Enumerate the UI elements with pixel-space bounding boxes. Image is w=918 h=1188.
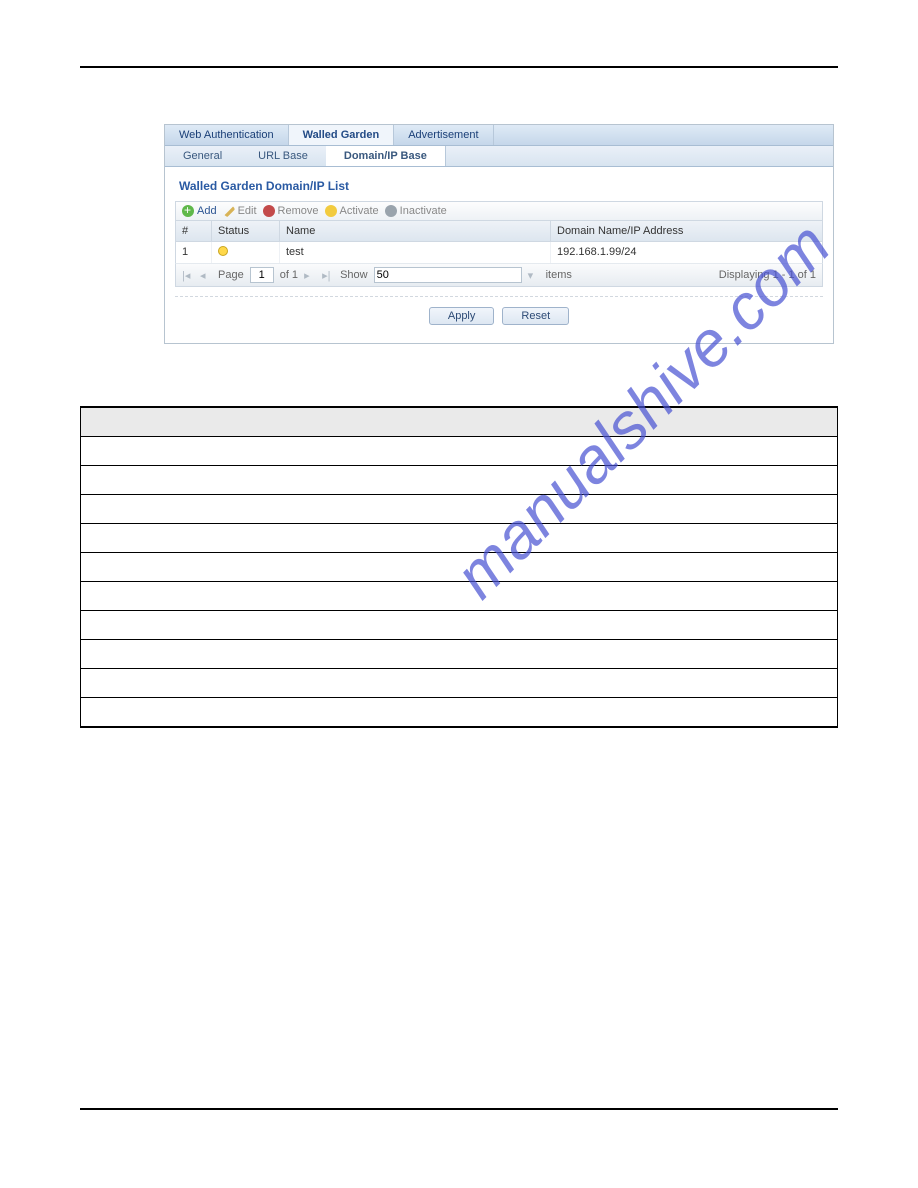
desc-table-row bbox=[81, 611, 837, 640]
last-page-icon[interactable]: ▸| bbox=[322, 269, 334, 281]
desc-desc bbox=[221, 611, 837, 639]
desc-desc bbox=[221, 640, 837, 668]
desc-desc bbox=[221, 466, 837, 494]
desc-desc bbox=[221, 582, 837, 610]
page-of-label: of 1 bbox=[280, 269, 298, 281]
panel-title: Walled Garden Domain/IP List bbox=[179, 179, 823, 193]
page-rule bbox=[80, 66, 838, 68]
first-page-icon[interactable]: |◂ bbox=[182, 269, 194, 281]
secondary-tabbar: General URL Base Domain/IP Base bbox=[165, 146, 833, 167]
cell-domain: 192.168.1.99/24 bbox=[551, 242, 822, 263]
desc-desc bbox=[221, 437, 837, 465]
panel-body: Walled Garden Domain/IP List Add Edit Re… bbox=[165, 167, 833, 343]
desc-desc bbox=[221, 524, 837, 552]
desc-table-row bbox=[81, 524, 837, 553]
desc-label bbox=[81, 437, 221, 465]
desc-table-row bbox=[81, 640, 837, 669]
add-icon bbox=[182, 205, 194, 217]
page-label: Page bbox=[218, 269, 244, 281]
pager-bar: |◂ ◂ Page of 1 ▸ ▸| Show ▾ items Display… bbox=[175, 264, 823, 287]
items-label: items bbox=[546, 269, 572, 281]
desc-table-row bbox=[81, 466, 837, 495]
toolbar: Add Edit Remove Activate Inactivate bbox=[175, 201, 823, 221]
remove-label: Remove bbox=[278, 205, 319, 217]
pager-summary: Displaying 1 - 1 of 1 bbox=[719, 269, 816, 281]
edit-button[interactable]: Edit bbox=[223, 205, 257, 217]
activate-label: Activate bbox=[340, 205, 379, 217]
add-button[interactable]: Add bbox=[182, 205, 217, 217]
desc-table-row bbox=[81, 698, 837, 726]
col-domain[interactable]: Domain Name/IP Address bbox=[551, 221, 822, 241]
desc-desc bbox=[221, 698, 837, 726]
remove-icon bbox=[263, 205, 275, 217]
prev-page-icon[interactable]: ◂ bbox=[200, 269, 212, 281]
subtab-domain-ip-base[interactable]: Domain/IP Base bbox=[326, 146, 446, 166]
desc-header-description bbox=[221, 408, 837, 436]
table-row[interactable]: 1 test 192.168.1.99/24 bbox=[175, 242, 823, 264]
activate-icon bbox=[325, 205, 337, 217]
bulb-icon bbox=[218, 246, 228, 256]
desc-table-row bbox=[81, 669, 837, 698]
show-select[interactable] bbox=[374, 267, 522, 283]
col-index[interactable]: # bbox=[176, 221, 212, 241]
desc-table-row bbox=[81, 553, 837, 582]
primary-tabbar: Web Authentication Walled Garden Adverti… bbox=[165, 125, 833, 146]
desc-label bbox=[81, 553, 221, 581]
tab-web-authentication[interactable]: Web Authentication bbox=[165, 125, 289, 145]
cell-status bbox=[212, 242, 280, 263]
desc-label bbox=[81, 466, 221, 494]
edit-label: Edit bbox=[238, 205, 257, 217]
desc-label bbox=[81, 669, 221, 697]
inactivate-button[interactable]: Inactivate bbox=[385, 205, 447, 217]
apply-button[interactable]: Apply bbox=[429, 307, 495, 325]
next-page-icon[interactable]: ▸ bbox=[304, 269, 316, 281]
desc-table-header-row bbox=[81, 408, 837, 437]
tab-walled-garden[interactable]: Walled Garden bbox=[289, 125, 395, 145]
inactivate-icon bbox=[385, 205, 397, 217]
desc-label bbox=[81, 640, 221, 668]
remove-button[interactable]: Remove bbox=[263, 205, 319, 217]
desc-table-row bbox=[81, 495, 837, 524]
chevron-down-icon[interactable]: ▾ bbox=[528, 269, 540, 281]
ui-shot-panel: Web Authentication Walled Garden Adverti… bbox=[164, 124, 834, 344]
inactivate-label: Inactivate bbox=[400, 205, 447, 217]
page-rule bbox=[80, 1108, 838, 1110]
desc-desc bbox=[221, 553, 837, 581]
show-label: Show bbox=[340, 269, 368, 281]
edit-icon bbox=[223, 205, 235, 217]
desc-table-row bbox=[81, 437, 837, 466]
desc-label bbox=[81, 698, 221, 726]
tab-advertisement[interactable]: Advertisement bbox=[394, 125, 493, 145]
col-name[interactable]: Name bbox=[280, 221, 551, 241]
desc-header-label bbox=[81, 408, 221, 436]
activate-button[interactable]: Activate bbox=[325, 205, 379, 217]
cell-name: test bbox=[280, 242, 551, 263]
cell-index: 1 bbox=[176, 242, 212, 263]
subtab-general[interactable]: General bbox=[165, 146, 240, 166]
reset-button[interactable]: Reset bbox=[502, 307, 569, 325]
col-status[interactable]: Status bbox=[212, 221, 280, 241]
desc-desc bbox=[221, 669, 837, 697]
desc-label bbox=[81, 495, 221, 523]
page-input[interactable] bbox=[250, 267, 274, 283]
desc-desc bbox=[221, 495, 837, 523]
grid-header: # Status Name Domain Name/IP Address bbox=[175, 221, 823, 242]
footer-buttons: Apply Reset bbox=[175, 296, 823, 333]
subtab-url-base[interactable]: URL Base bbox=[240, 146, 326, 166]
desc-label bbox=[81, 524, 221, 552]
desc-table-row bbox=[81, 582, 837, 611]
desc-label bbox=[81, 611, 221, 639]
description-table bbox=[80, 406, 838, 728]
desc-label bbox=[81, 582, 221, 610]
add-label: Add bbox=[197, 205, 217, 217]
